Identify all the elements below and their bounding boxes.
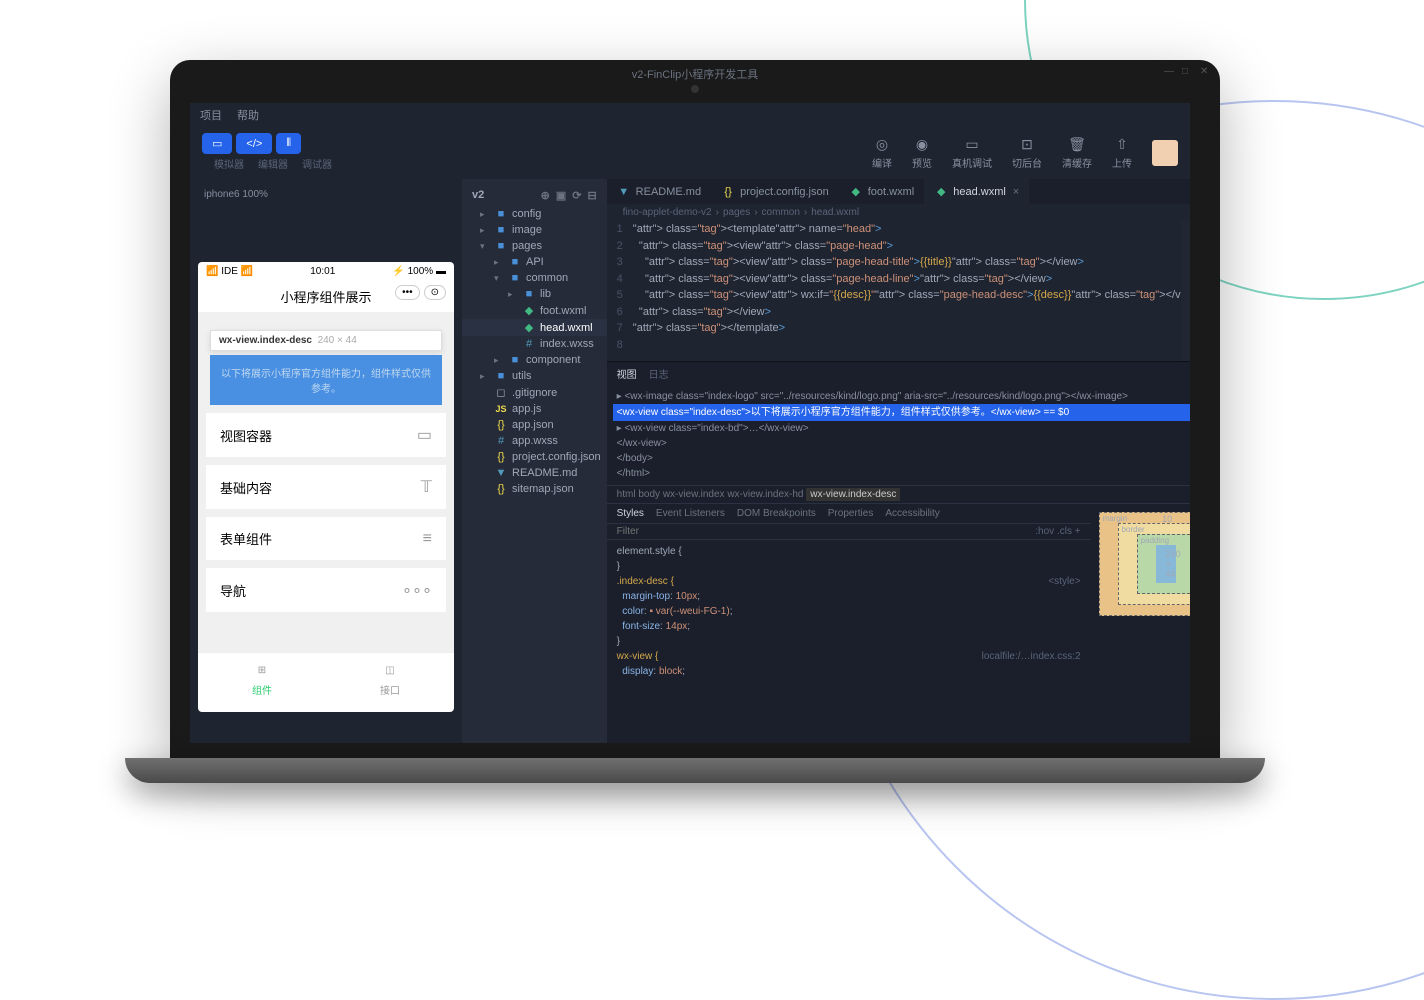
action-remote-debug[interactable]: ▭真机调试 bbox=[952, 136, 992, 170]
action-clear-cache[interactable]: 🗑清缓存 bbox=[1062, 136, 1092, 170]
new-file-icon[interactable]: ⊕ bbox=[541, 189, 550, 202]
accessibility-tab[interactable]: Accessibility bbox=[885, 508, 939, 519]
styles-tab[interactable]: Styles bbox=[617, 508, 644, 519]
styles-filter-actions[interactable]: :hov .cls + bbox=[1035, 526, 1080, 537]
elements-breadcrumb: html body wx-view.index wx-view.index-hd… bbox=[607, 485, 1190, 503]
trash-icon: 🗑 bbox=[1068, 136, 1086, 153]
status-battery: ⚡ 100% ▬ bbox=[392, 266, 446, 277]
code-editor[interactable]: 12345678 "attr"> class="tag"><template"a… bbox=[607, 221, 1190, 361]
tree-item[interactable]: ▾■pages bbox=[462, 238, 607, 254]
upload-icon: ⇧ bbox=[1116, 136, 1128, 153]
inspect-tooltip: wx-view.index-desc 240 × 44 bbox=[210, 330, 442, 351]
sim-menu-item[interactable]: 导航∘∘∘ bbox=[206, 568, 446, 612]
breadcrumb: fino-applet-demo-v2›pages›common›head.wx… bbox=[607, 204, 1190, 221]
tree-item[interactable]: ▸■image bbox=[462, 222, 607, 238]
tree-item[interactable]: ▸■API bbox=[462, 254, 607, 270]
devtools-tab-console[interactable]: 日志 bbox=[649, 366, 669, 381]
sim-menu-item[interactable]: 表单组件≡ bbox=[206, 517, 446, 560]
refresh-icon[interactable]: ⟳ bbox=[572, 189, 581, 202]
tree-item[interactable]: ◻.gitignore bbox=[462, 384, 607, 401]
status-carrier: 📶 IDE 📶 bbox=[206, 266, 253, 277]
tree-item[interactable]: ◆head.wxml bbox=[462, 319, 607, 336]
laptop-mockup: v2-FinClip小程序开发工具 — □ ✕ 项目 帮助 ▭ </> ⫴ bbox=[170, 60, 1220, 783]
new-folder-icon[interactable]: ▣ bbox=[556, 189, 566, 202]
editor-tabs: ▼README.md{}project.config.json◆foot.wxm… bbox=[607, 179, 1190, 204]
device-info: iphone6 100% bbox=[198, 187, 454, 202]
tab-api[interactable]: ◫接口 bbox=[326, 653, 454, 703]
collapse-icon[interactable]: ⊟ bbox=[587, 189, 596, 202]
devtools-panel: 视图 日志 ▸ <wx-image class="index-logo" src… bbox=[607, 361, 1190, 743]
sim-menu-item[interactable]: 视图容器▭ bbox=[206, 413, 446, 457]
action-upload[interactable]: ⇧上传 bbox=[1112, 136, 1132, 170]
pill-label-2: 调试器 bbox=[302, 156, 332, 171]
eye-icon: ◉ bbox=[916, 136, 928, 153]
pill-editor[interactable]: </> bbox=[236, 133, 272, 154]
action-compile[interactable]: ◎编译 bbox=[872, 136, 892, 170]
properties-tab[interactable]: Properties bbox=[828, 508, 874, 519]
tree-item[interactable]: {}project.config.json bbox=[462, 449, 607, 465]
phone-icon: ▭ bbox=[965, 136, 978, 153]
bg-icon: ⊡ bbox=[1021, 136, 1033, 153]
menu-bar: 项目 帮助 bbox=[190, 103, 1190, 127]
tree-item[interactable]: #index.wxss bbox=[462, 336, 607, 352]
tree-item[interactable]: ▸■config bbox=[462, 206, 607, 222]
menu-help[interactable]: 帮助 bbox=[237, 107, 259, 123]
minimap[interactable] bbox=[1181, 221, 1190, 361]
avatar[interactable] bbox=[1152, 140, 1178, 166]
capsule-menu-icon[interactable]: ••• bbox=[395, 285, 420, 300]
toolbar: ▭ </> ⫴ 模拟器 编辑器 调试器 ◎编译 ◉预览 ▭真机调试 ⊡切后台 bbox=[190, 127, 1190, 179]
file-explorer: v2 ⊕ ▣ ⟳ ⊟ ▸■config▸■image▾■pages▸■API▾■… bbox=[462, 179, 607, 743]
tree-item[interactable]: JSapp.js bbox=[462, 401, 607, 417]
css-rules[interactable]: element.style { } <style>.index-desc { m… bbox=[607, 540, 1091, 683]
pill-simulator[interactable]: ▭ bbox=[202, 133, 232, 154]
editor-tab[interactable]: {}project.config.json bbox=[711, 179, 839, 204]
chip-icon: ◫ bbox=[332, 659, 448, 682]
tree-item[interactable]: ▼README.md bbox=[462, 465, 607, 481]
sim-menu-item[interactable]: 基础内容𝕋 bbox=[206, 465, 446, 509]
listeners-tab[interactable]: Event Listeners bbox=[656, 508, 725, 519]
tree-item[interactable]: #app.wxss bbox=[462, 433, 607, 449]
project-root[interactable]: v2 bbox=[472, 189, 484, 202]
elements-tree[interactable]: ▸ <wx-image class="index-logo" src="../r… bbox=[607, 385, 1190, 485]
menu-project[interactable]: 项目 bbox=[200, 107, 222, 123]
styles-filter-input[interactable] bbox=[617, 526, 1036, 537]
breakpoints-tab[interactable]: DOM Breakpoints bbox=[737, 508, 816, 519]
capsule-close-icon[interactable]: ⊙ bbox=[424, 285, 446, 300]
editor-tab[interactable]: ◆head.wxml× bbox=[924, 179, 1029, 204]
selected-element[interactable]: <wx-view class="index-desc">以下将展示小程序官方组件… bbox=[613, 404, 1190, 421]
tree-item[interactable]: ▾■common bbox=[462, 270, 607, 286]
action-background[interactable]: ⊡切后台 bbox=[1012, 136, 1042, 170]
tree-item[interactable]: ◆foot.wxml bbox=[462, 302, 607, 319]
ide-window: v2-FinClip小程序开发工具 — □ ✕ 项目 帮助 ▭ </> ⫴ bbox=[190, 103, 1190, 743]
grid-icon: ⊞ bbox=[204, 659, 320, 682]
tree-item[interactable]: ▸■utils bbox=[462, 368, 607, 384]
editor-tab[interactable]: ◆foot.wxml bbox=[839, 179, 924, 204]
tab-components[interactable]: ⊞组件 bbox=[198, 653, 326, 703]
highlighted-element[interactable]: 以下将展示小程序官方组件能力，组件样式仅供参考。 bbox=[210, 355, 442, 405]
simulator-panel: iphone6 100% 📶 IDE 📶 10:01 ⚡ 100% ▬ 小程序组… bbox=[190, 179, 462, 743]
tree-item[interactable]: ▸■component bbox=[462, 352, 607, 368]
action-preview[interactable]: ◉预览 bbox=[912, 136, 932, 170]
devtools-tab-elements[interactable]: 视图 bbox=[617, 366, 637, 381]
status-time: 10:01 bbox=[310, 266, 335, 277]
phone-preview: 📶 IDE 📶 10:01 ⚡ 100% ▬ 小程序组件展示 ••• ⊙ bbox=[198, 262, 454, 712]
pill-label-0: 模拟器 bbox=[214, 156, 244, 171]
pill-label-1: 编辑器 bbox=[258, 156, 288, 171]
tree-item[interactable]: ▸■lib bbox=[462, 286, 607, 302]
editor-tab[interactable]: ▼README.md bbox=[607, 179, 711, 204]
tree-item[interactable]: {}app.json bbox=[462, 417, 607, 433]
compile-icon: ◎ bbox=[876, 136, 888, 153]
pill-debugger[interactable]: ⫴ bbox=[276, 133, 301, 154]
tree-item[interactable]: {}sitemap.json bbox=[462, 481, 607, 497]
app-title: 小程序组件展示 bbox=[280, 290, 371, 305]
box-model: margin10 border padding 240 × 44 bbox=[1091, 504, 1190, 743]
